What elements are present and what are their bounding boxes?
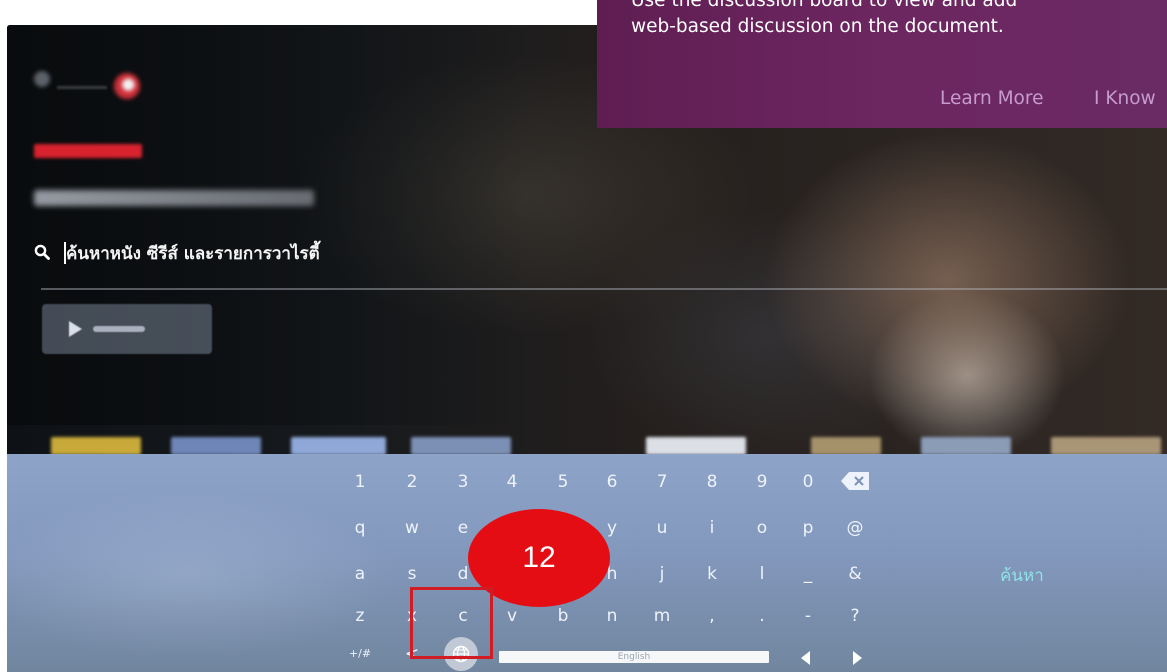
key[interactable]: 2 (397, 468, 427, 496)
content-tile[interactable] (291, 437, 386, 455)
play-icon (69, 321, 82, 337)
key[interactable]: 7 (647, 468, 677, 496)
space-key[interactable]: English (499, 651, 769, 663)
key[interactable]: m (647, 602, 677, 630)
key[interactable]: - (793, 602, 823, 630)
key[interactable]: v (497, 602, 527, 630)
key[interactable]: 8 (697, 468, 727, 496)
content-tile[interactable] (411, 437, 511, 455)
key[interactable]: b (548, 602, 578, 630)
profile-avatar[interactable] (114, 73, 140, 99)
key[interactable]: o (747, 514, 777, 542)
learn-more-link[interactable]: Learn More (940, 88, 1043, 109)
hero-badge (34, 144, 142, 158)
key[interactable]: ? (840, 602, 870, 630)
left-arrow-icon[interactable] (796, 648, 816, 668)
highlight-box (410, 587, 493, 659)
content-tile[interactable] (51, 437, 141, 455)
search-underline (41, 288, 1167, 290)
search-submit-button[interactable]: ค้นหา (1000, 562, 1044, 589)
content-tile[interactable] (921, 437, 1011, 455)
key[interactable]: k (697, 560, 727, 588)
hero-title (34, 190, 314, 206)
content-tile[interactable] (1051, 437, 1161, 455)
key[interactable]: 9 (747, 468, 777, 496)
key[interactable]: & (840, 560, 870, 588)
key[interactable]: s (397, 560, 427, 588)
key[interactable]: n (597, 602, 627, 630)
right-arrow-icon[interactable] (847, 648, 867, 668)
symbols-key[interactable]: +/# (345, 640, 375, 668)
blurred-search-icon[interactable] (34, 71, 50, 87)
key[interactable]: j (647, 560, 677, 588)
tooltip-line: web-based discussion on the document. (631, 16, 1004, 37)
key[interactable]: 0 (793, 468, 823, 496)
key[interactable]: i (697, 514, 727, 542)
key[interactable]: _ (793, 560, 823, 588)
key[interactable]: 5 (548, 468, 578, 496)
key[interactable]: , (697, 602, 727, 630)
key[interactable]: u (647, 514, 677, 542)
key[interactable]: . (747, 602, 777, 630)
key[interactable]: z (345, 602, 375, 630)
discussion-tooltip: Use the discussion board to view and add… (597, 0, 1167, 128)
content-tile[interactable] (171, 437, 261, 455)
tooltip-line: Use the discussion board to view and add (631, 0, 1018, 11)
i-know-link[interactable]: I Know (1094, 88, 1156, 109)
search-input[interactable]: ค้นหาหนัง ซีรีส์ และรายการวาไรตี้ (66, 240, 320, 267)
search-icon (34, 244, 50, 260)
backspace-icon[interactable] (840, 470, 872, 492)
key[interactable]: 3 (448, 468, 478, 496)
key[interactable]: @ (840, 514, 870, 542)
key[interactable]: 1 (345, 468, 375, 496)
key[interactable]: 6 (597, 468, 627, 496)
key[interactable]: q (345, 514, 375, 542)
play-button[interactable] (42, 304, 212, 354)
content-tile[interactable] (646, 437, 746, 455)
search-bar[interactable]: ค้นหาหนัง ซีรีส์ และรายการวาไรตี้ (27, 237, 1167, 291)
key[interactable]: p (793, 514, 823, 542)
content-tile[interactable] (811, 437, 881, 455)
key[interactable]: l (747, 560, 777, 588)
key[interactable]: a (345, 560, 375, 588)
screenshot: ค้นหาหนัง ซีรีส์ และรายการวาไรตี้ 1 2 3 … (0, 0, 1167, 672)
key[interactable]: w (397, 514, 427, 542)
key[interactable]: 4 (497, 468, 527, 496)
